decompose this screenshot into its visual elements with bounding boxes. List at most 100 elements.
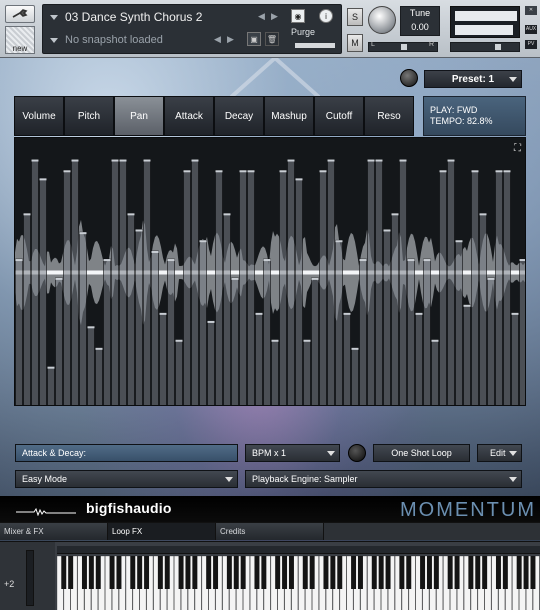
new-instrument-thumbnail[interactable]: new — [5, 26, 35, 54]
next-instrument-icon[interactable]: ▶ — [271, 11, 278, 22]
step-sequencer-grid[interactable] — [14, 137, 526, 406]
step-bar[interactable] — [399, 159, 407, 406]
aux-button[interactable]: AUX — [525, 25, 537, 34]
black-key[interactable] — [454, 556, 460, 589]
footer-tab-loop-fx[interactable]: Loop FX — [108, 523, 216, 540]
black-key[interactable] — [254, 556, 260, 589]
black-key[interactable] — [164, 556, 170, 589]
step-bar[interactable] — [271, 339, 279, 406]
attack-decay-field[interactable]: Attack & Decay: — [15, 444, 238, 462]
edit-dropdown[interactable]: Edit — [477, 444, 522, 462]
black-key[interactable] — [433, 556, 439, 589]
step-bar[interactable] — [511, 312, 519, 406]
black-key[interactable] — [226, 556, 232, 589]
step-bar[interactable] — [343, 312, 351, 406]
step-bar[interactable] — [111, 159, 119, 406]
tab-cutoff[interactable]: Cutoff — [314, 96, 364, 136]
step-bars-svg[interactable] — [15, 138, 526, 406]
preset-dropdown[interactable]: Preset: 1 — [424, 70, 522, 88]
step-bar[interactable] — [295, 178, 303, 406]
tune-value[interactable]: 0.00 — [401, 18, 439, 32]
black-key[interactable] — [309, 556, 315, 589]
black-key[interactable] — [378, 556, 384, 589]
step-bar[interactable] — [471, 169, 479, 406]
solo-button[interactable]: S — [347, 8, 363, 26]
step-bar[interactable] — [143, 159, 151, 406]
tab-pitch[interactable]: Pitch — [64, 96, 114, 136]
black-key[interactable] — [523, 556, 529, 589]
step-bar[interactable] — [431, 339, 439, 406]
wrench-icon[interactable] — [5, 5, 35, 23]
black-key[interactable] — [406, 556, 412, 589]
purge-menu[interactable]: Purge — [291, 27, 315, 37]
black-key[interactable] — [399, 556, 405, 589]
step-bar[interactable] — [287, 159, 295, 406]
step-bar[interactable] — [375, 159, 383, 406]
step-bar[interactable] — [23, 213, 31, 406]
prev-snapshot-icon[interactable]: ◀ — [214, 34, 221, 45]
step-bar[interactable] — [367, 159, 375, 406]
sync-toggle-button[interactable] — [348, 444, 366, 462]
black-key[interactable] — [130, 556, 136, 589]
step-bar[interactable] — [319, 169, 327, 406]
black-key[interactable] — [178, 556, 184, 589]
step-bar[interactable] — [335, 239, 343, 406]
step-bar[interactable] — [439, 169, 447, 406]
step-bar[interactable] — [255, 312, 263, 406]
step-bar[interactable] — [207, 320, 215, 406]
black-key[interactable] — [109, 556, 115, 589]
step-bar[interactable] — [135, 229, 143, 406]
black-key[interactable] — [206, 556, 212, 589]
black-key[interactable] — [192, 556, 198, 589]
step-bar[interactable] — [87, 326, 95, 406]
tab-decay[interactable]: Decay — [214, 96, 264, 136]
tab-attack[interactable]: Attack — [164, 96, 214, 136]
mute-button[interactable]: M — [347, 34, 363, 52]
step-bar[interactable] — [231, 277, 239, 406]
step-bar[interactable] — [199, 239, 207, 406]
step-bar[interactable] — [119, 159, 127, 406]
grid-resize-icon[interactable]: ⛶ — [514, 143, 521, 154]
black-key[interactable] — [482, 556, 488, 589]
black-key[interactable] — [530, 556, 536, 589]
instrument-dropdown-icon[interactable] — [50, 15, 58, 20]
black-key[interactable] — [88, 556, 94, 589]
instrument-name[interactable]: 03 Dance Synth Chorus 2 — [65, 10, 202, 24]
step-bar[interactable] — [327, 159, 335, 406]
step-bar[interactable] — [55, 277, 63, 406]
playback-engine-dropdown[interactable]: Playback Engine: Sampler — [245, 470, 522, 488]
black-key[interactable] — [330, 556, 336, 589]
black-key[interactable] — [337, 556, 343, 589]
step-bar[interactable] — [151, 250, 159, 406]
step-bar[interactable] — [519, 258, 527, 406]
piano-keys-svg[interactable] — [57, 556, 540, 610]
pan-handle[interactable] — [401, 44, 407, 50]
tune-knob[interactable] — [368, 6, 396, 34]
black-key[interactable] — [357, 556, 363, 589]
step-bar[interactable] — [175, 339, 183, 406]
black-key[interactable] — [157, 556, 163, 589]
black-key[interactable] — [447, 556, 453, 589]
pan-slider[interactable] — [368, 42, 438, 52]
step-bar[interactable] — [191, 159, 199, 406]
black-key[interactable] — [185, 556, 191, 589]
snapshot-name[interactable]: No snapshot loaded — [65, 34, 163, 46]
black-key[interactable] — [116, 556, 122, 589]
close-icon[interactable]: ✕ — [525, 6, 537, 15]
tab-mashup[interactable]: Mashup — [264, 96, 314, 136]
black-key[interactable] — [420, 556, 426, 589]
pitch-bend-wheel[interactable] — [26, 550, 34, 606]
black-key[interactable] — [81, 556, 87, 589]
prev-instrument-icon[interactable]: ◀ — [258, 11, 265, 22]
black-key[interactable] — [137, 556, 143, 589]
black-key[interactable] — [144, 556, 150, 589]
preset-knob[interactable] — [400, 69, 418, 87]
step-bar[interactable] — [239, 169, 247, 406]
black-key[interactable] — [95, 556, 101, 589]
snapshot-dropdown-icon[interactable] — [50, 38, 58, 43]
mode-dropdown[interactable]: Easy Mode — [15, 470, 238, 488]
step-bar[interactable] — [359, 258, 367, 406]
step-bar[interactable] — [383, 229, 391, 406]
delete-snapshot-icon[interactable]: 🗑 — [265, 32, 279, 46]
tab-reso[interactable]: Reso — [364, 96, 414, 136]
